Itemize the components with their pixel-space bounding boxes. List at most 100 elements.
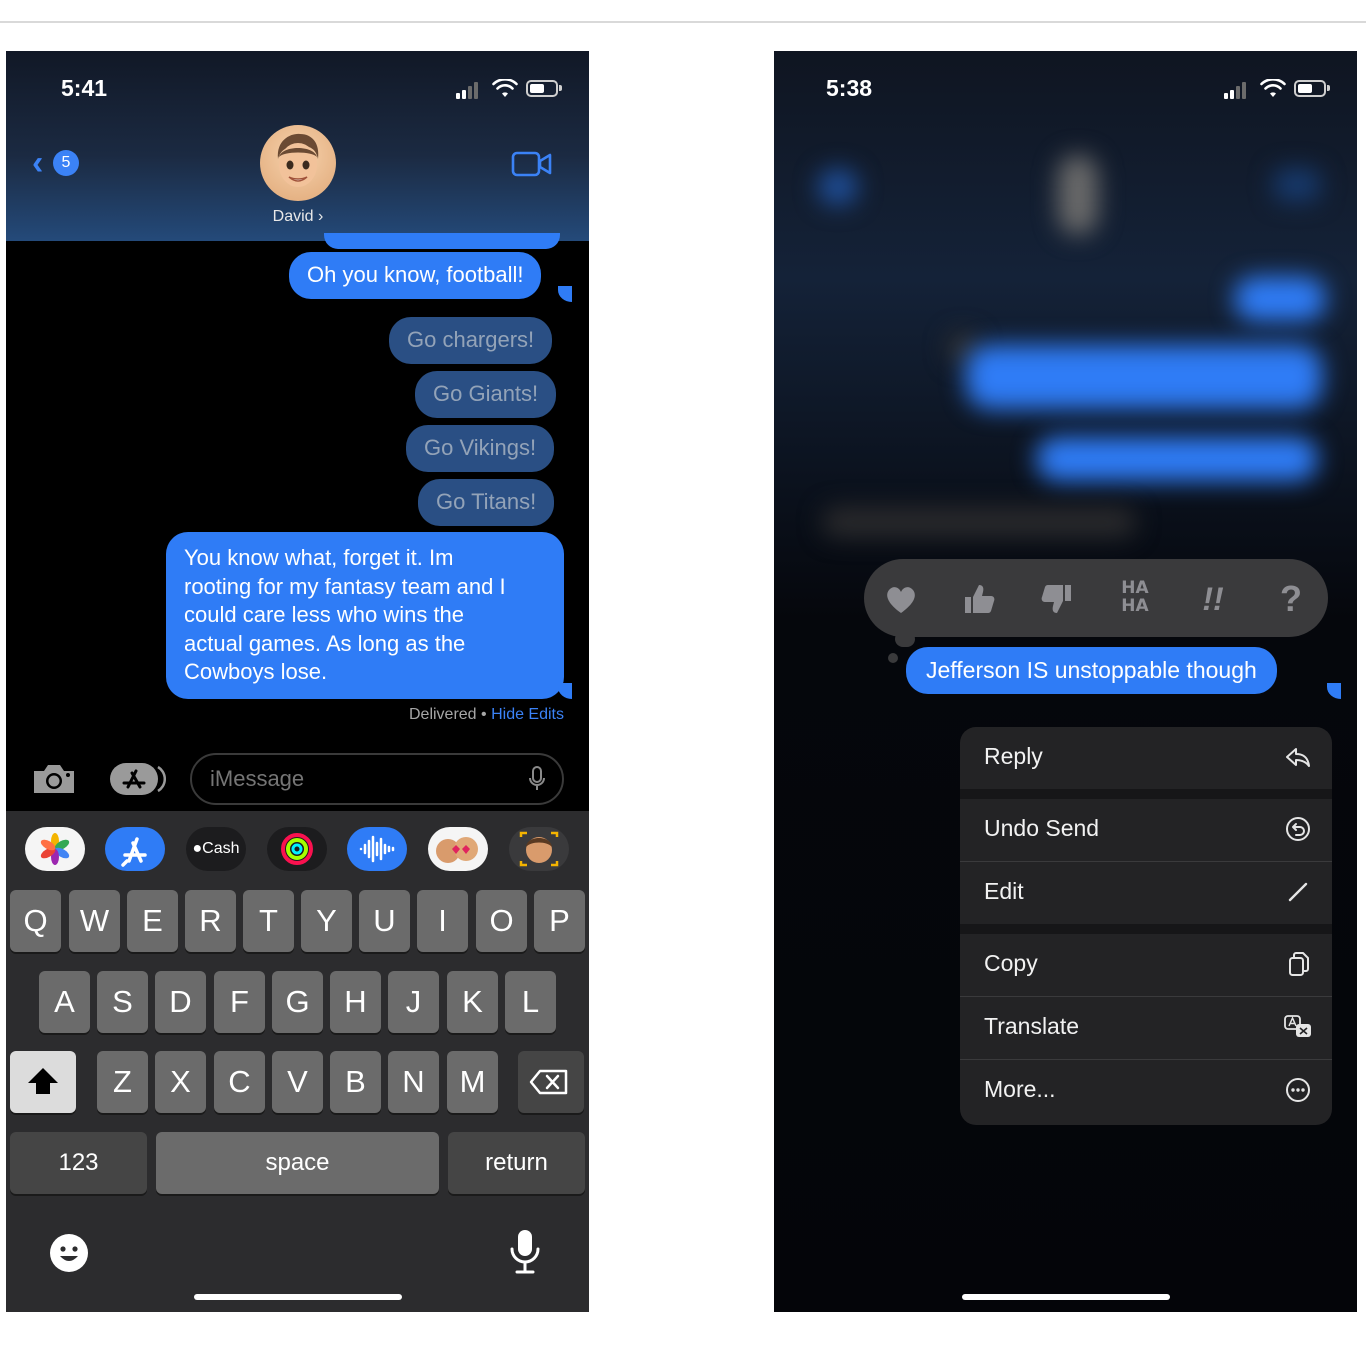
exclamation-reaction-icon[interactable]: !! (1193, 579, 1233, 619)
key[interactable]: A (39, 971, 90, 1033)
key[interactable]: P (534, 890, 585, 952)
edited-version-bubble[interactable]: Go chargers! (389, 317, 553, 364)
top-divider (0, 21, 1366, 23)
menu-item-undo-send[interactable]: Undo Send (960, 799, 1332, 861)
memoji-avatar-icon (277, 133, 319, 187)
status-time: 5:38 (826, 75, 873, 101)
messages-conversation-screen: 5:41 ‹ 5 David › Oh you know, football! … (6, 51, 589, 1312)
battery-icon (1294, 80, 1326, 97)
key[interactable]: Q (10, 890, 61, 952)
reply-icon (1286, 748, 1310, 767)
message-bubble-sent[interactable]: Oh you know, football! (289, 252, 542, 299)
key[interactable]: R (185, 890, 236, 952)
edited-version-bubble[interactable]: Go Titans! (418, 479, 555, 526)
tapback-bar (864, 559, 1328, 637)
more-icon (1286, 1078, 1310, 1102)
shift-key[interactable] (10, 1051, 76, 1113)
space-key[interactable]: space (156, 1132, 439, 1194)
backspace-icon (529, 1069, 568, 1095)
heart-reaction-icon[interactable] (881, 579, 921, 619)
battery-icon (526, 80, 558, 97)
key[interactable]: M (447, 1051, 498, 1113)
home-indicator[interactable] (962, 1294, 1170, 1300)
memoji-app-icon[interactable] (509, 827, 569, 871)
key[interactable]: E (127, 890, 178, 952)
key[interactable]: U (359, 890, 410, 952)
delete-key[interactable] (518, 1051, 584, 1113)
edited-version-bubble[interactable]: Go Vikings! (406, 425, 555, 472)
message-composer (6, 741, 589, 811)
wifi-icon (1260, 79, 1286, 97)
shift-arrow-icon (28, 1068, 58, 1094)
app-store-icon[interactable] (108, 759, 166, 799)
key[interactable]: X (155, 1051, 206, 1113)
thumbs-up-reaction-icon[interactable] (959, 579, 999, 619)
key[interactable]: Y (301, 890, 352, 952)
imessage-input[interactable] (190, 753, 564, 805)
thumbs-down-reaction-icon[interactable] (1037, 579, 1077, 619)
selected-message-bubble[interactable]: Jefferson IS unstoppable though (906, 647, 1277, 694)
key[interactable]: V (272, 1051, 323, 1113)
facetime-video-icon[interactable] (511, 149, 553, 179)
key[interactable]: H (330, 971, 381, 1033)
key[interactable]: Z (97, 1051, 148, 1113)
pencil-icon (1288, 882, 1308, 902)
photos-app-icon[interactable] (25, 827, 85, 871)
key[interactable]: W (69, 890, 120, 952)
key[interactable]: G (272, 971, 323, 1033)
edited-version-bubble[interactable]: Go Giants! (415, 371, 557, 418)
memoji-stickers-app-icon[interactable] (428, 827, 488, 871)
status-icons (456, 79, 566, 99)
copy-icon (1289, 952, 1309, 976)
numbers-key[interactable]: 123 (10, 1132, 147, 1194)
key[interactable]: B (330, 1051, 381, 1113)
app-store-app-icon[interactable] (105, 827, 165, 871)
message-bubble-sent[interactable]: You know what, forget it. Im rooting for… (166, 532, 564, 699)
ha-ha-reaction-icon[interactable]: HA HA (1115, 579, 1155, 619)
status-icons (1224, 79, 1334, 99)
status-time: 5:41 (61, 75, 108, 101)
imessage-app-strip: ●Cash (6, 811, 589, 887)
key[interactable]: J (388, 971, 439, 1033)
dictation-mic-icon[interactable] (528, 766, 546, 792)
camera-icon[interactable] (30, 761, 78, 797)
unread-count-badge: 5 (53, 150, 79, 176)
menu-item-copy[interactable]: Copy (960, 934, 1332, 996)
message-context-menu-screen: 5:38 HA HA !! ? Jefferson IS unstoppable… (774, 51, 1357, 1312)
emoji-icon[interactable] (48, 1232, 90, 1274)
key[interactable]: L (505, 971, 556, 1033)
menu-item-reply[interactable]: Reply (960, 727, 1332, 789)
key[interactable]: K (447, 971, 498, 1033)
hide-edits-link[interactable]: Hide Edits (491, 706, 564, 723)
key[interactable]: N (388, 1051, 439, 1113)
dictation-mic-icon[interactable] (509, 1228, 541, 1276)
menu-item-edit[interactable]: Edit (960, 862, 1332, 924)
apple-cash-app-icon[interactable]: ●Cash (186, 827, 246, 871)
audio-message-app-icon[interactable] (347, 827, 407, 871)
translate-icon (1284, 1015, 1311, 1037)
key[interactable]: C (214, 1051, 265, 1113)
key[interactable]: F (214, 971, 265, 1033)
conversation-header: 5:41 ‹ 5 David › (6, 51, 589, 241)
wifi-icon (492, 79, 518, 97)
undo-icon (1286, 817, 1310, 841)
contact-name[interactable]: David › (206, 208, 390, 226)
question-reaction-icon[interactable]: ? (1271, 579, 1311, 619)
key[interactable]: I (417, 890, 468, 952)
apple-logo-icon: ● (192, 840, 203, 857)
activity-app-icon[interactable] (267, 827, 327, 871)
delivery-status: Delivered • Hide Edits (408, 706, 564, 723)
key[interactable]: O (476, 890, 527, 952)
back-button[interactable]: ‹ 5 (28, 145, 88, 181)
return-key[interactable]: return (448, 1132, 585, 1194)
key[interactable]: T (243, 890, 294, 952)
key[interactable]: D (155, 971, 206, 1033)
keyboard: ●Cash Q W E R T Y U I O P A S D F G H J … (6, 811, 589, 1312)
menu-item-more[interactable]: More... (960, 1060, 1332, 1122)
back-chevron-icon: ‹ (32, 144, 44, 182)
menu-item-translate[interactable]: Translate (960, 997, 1332, 1059)
home-indicator[interactable] (194, 1294, 402, 1300)
contact-avatar[interactable] (260, 125, 336, 201)
key[interactable]: S (97, 971, 148, 1033)
message-context-menu: Reply Undo Send Edit Copy Translate More… (960, 727, 1332, 1125)
